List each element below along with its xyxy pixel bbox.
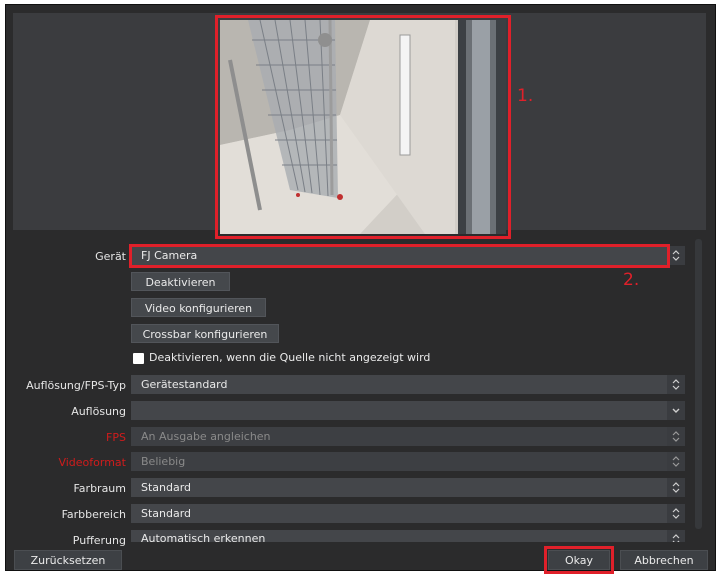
ok-highlight-box xyxy=(544,546,614,574)
spin-icon[interactable] xyxy=(667,478,685,497)
video-format-select[interactable]: Beliebig xyxy=(131,452,667,471)
settings-label: Videoformat xyxy=(58,456,126,469)
color-range-select[interactable]: Standard xyxy=(131,504,667,523)
annotation-label-2: 2. xyxy=(623,270,640,290)
fps-select[interactable]: An Ausgabe angleichen xyxy=(131,427,667,446)
spin-icon[interactable] xyxy=(667,504,685,523)
spin-icon[interactable] xyxy=(667,427,685,446)
spin-icon[interactable] xyxy=(667,452,685,471)
spin-icon[interactable] xyxy=(667,530,685,542)
settings-label: Pufferung xyxy=(72,534,126,547)
settings-label: FPS xyxy=(106,431,126,444)
chevron-down-icon[interactable] xyxy=(667,401,685,420)
buffering-select[interactable]: Automatisch erkennen xyxy=(131,530,667,542)
spin-icon[interactable] xyxy=(667,375,685,394)
resolution-fps-type-select[interactable]: Gerätestandard xyxy=(131,375,667,394)
preview-highlight-box xyxy=(215,15,511,239)
color-space-select[interactable]: Standard xyxy=(131,478,667,497)
resolution-select[interactable] xyxy=(131,401,667,420)
configure-video-button[interactable]: Video konfigurieren xyxy=(131,298,266,317)
configure-crossbar-button[interactable]: Crossbar konfigurieren xyxy=(131,324,279,343)
hide-when-inactive-checkbox[interactable] xyxy=(133,353,144,364)
device-highlight-box xyxy=(129,244,670,268)
hide-when-inactive-label: Deaktivieren, wenn die Quelle nicht ange… xyxy=(149,351,431,364)
device-label: Gerät xyxy=(95,250,126,263)
reset-button[interactable]: Zurücksetzen xyxy=(14,550,122,570)
settings-label: Auflösung xyxy=(71,405,126,418)
deactivate-button[interactable]: Deaktivieren xyxy=(131,272,230,291)
annotation-label-1: 1. xyxy=(517,86,534,106)
cancel-button[interactable]: Abbrechen xyxy=(620,550,708,570)
settings-scrollbar[interactable] xyxy=(695,239,702,529)
settings-label: Farbbereich xyxy=(61,508,126,521)
settings-label: Farbraum xyxy=(73,482,126,495)
settings-label: Auflösung/FPS-Typ xyxy=(26,379,126,392)
